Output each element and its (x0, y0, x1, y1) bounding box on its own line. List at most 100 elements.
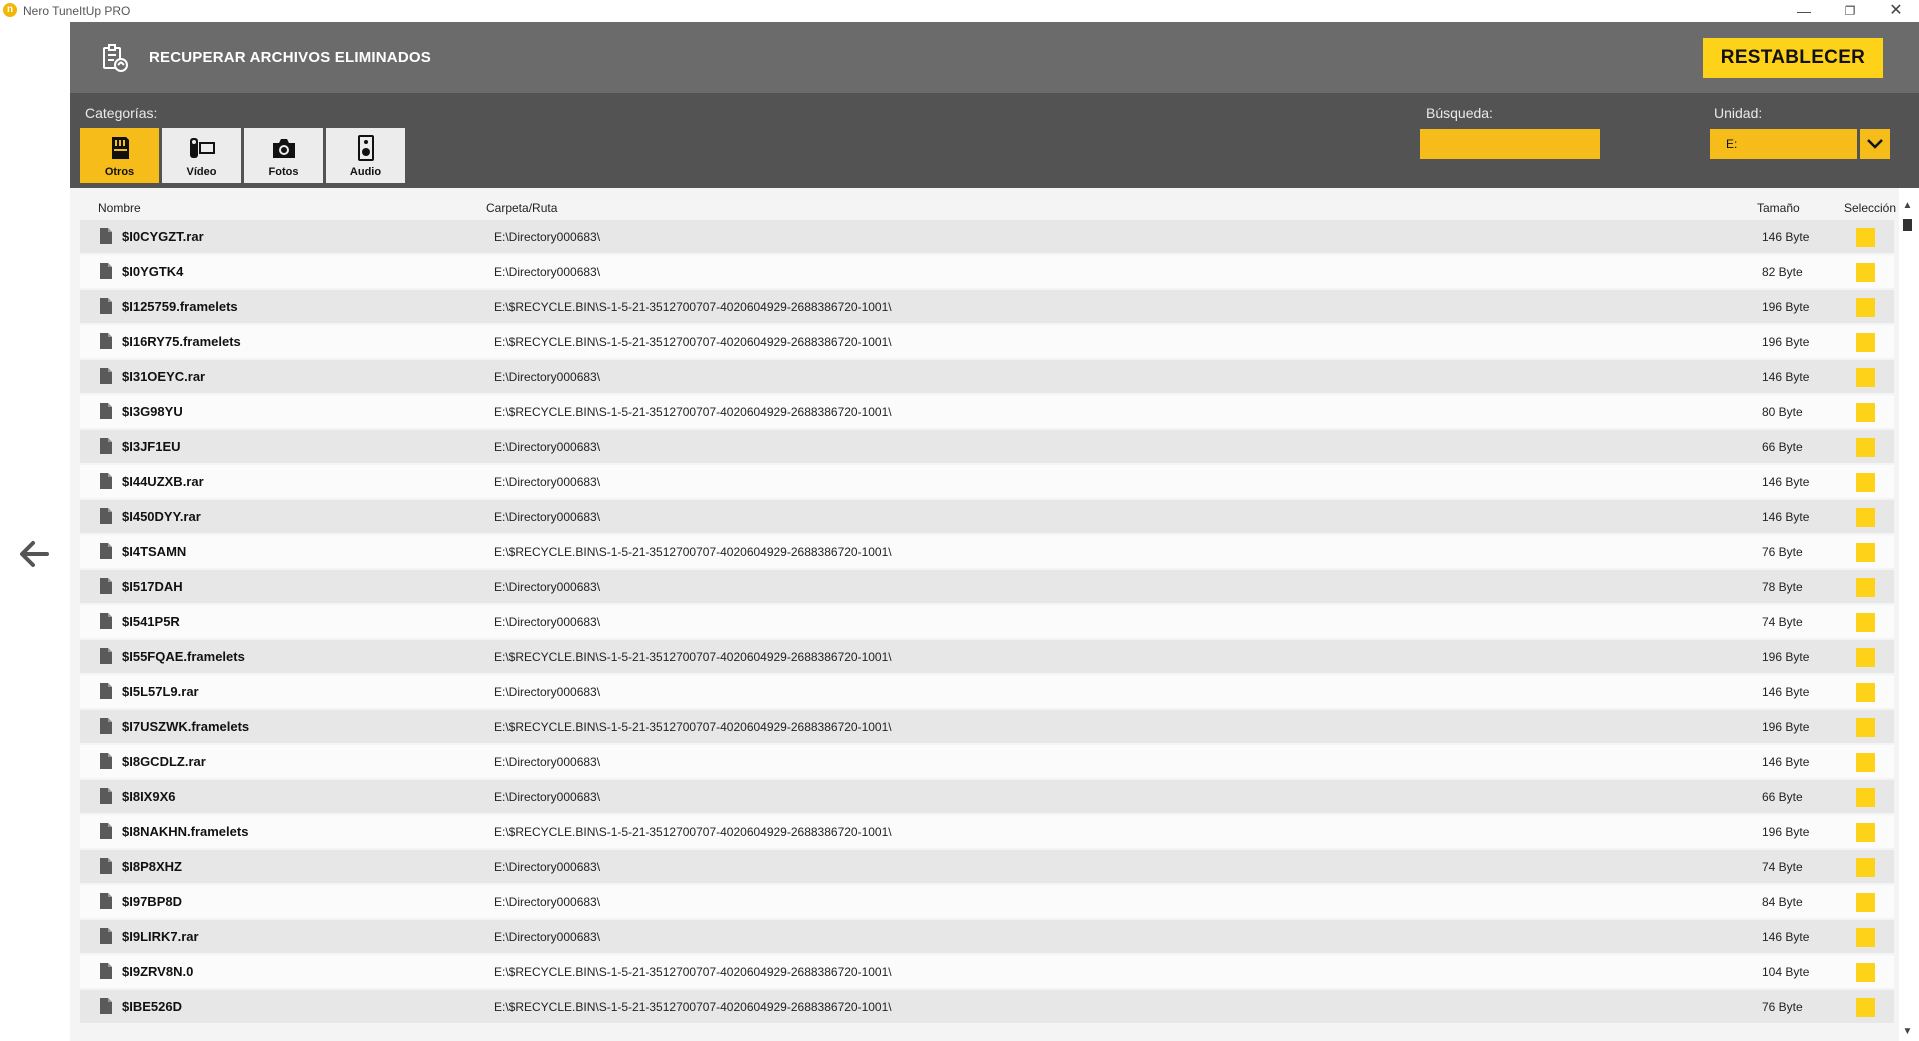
selection-checkbox[interactable] (1856, 893, 1875, 912)
table-row[interactable]: $I3G98YU E:\$RECYCLE.BIN\S-1-5-21-3512700… (80, 395, 1894, 428)
table-row[interactable]: $I517DAH E:\Directory000683\ 78 Byte (80, 570, 1894, 603)
selection-checkbox[interactable] (1856, 508, 1875, 527)
file-size: 80 Byte (1762, 405, 1803, 419)
table-row[interactable]: $I5L57L9.rar E:\Directory000683\ 146 Byte (80, 675, 1894, 708)
restore-button[interactable]: RESTABLECER (1703, 38, 1883, 78)
file-size: 196 Byte (1762, 720, 1810, 734)
selection-checkbox[interactable] (1856, 438, 1875, 457)
category-fotos-button[interactable]: Fotos (244, 128, 323, 183)
table-row[interactable]: $I0CYGZT.rar E:\Directory000683\ 146 Byte (80, 220, 1894, 253)
scrollbar[interactable]: ▲ ▼ (1899, 199, 1916, 1041)
file-size: 146 Byte (1762, 755, 1810, 769)
table-row[interactable]: $I44UZXB.rar E:\Directory000683\ 146 Byte (80, 465, 1894, 498)
table-row[interactable]: $I4TSAMN E:\$RECYCLE.BIN\S-1-5-21-3512700… (80, 535, 1894, 568)
table-row[interactable]: $I3JF1EU E:\Directory000683\ 66 Byte (80, 430, 1894, 463)
search-input[interactable] (1420, 129, 1600, 159)
column-header-name[interactable]: Nombre (98, 201, 141, 215)
selection-checkbox[interactable] (1856, 753, 1875, 772)
file-name: $I9ZRV8N.0 (122, 964, 194, 979)
file-size: 74 Byte (1762, 860, 1803, 874)
table-row[interactable]: $I125759.framelets E:\$RECYCLE.BIN\S-1-5-… (80, 290, 1894, 323)
table-row[interactable]: $I97BP8D E:\Directory000683\ 84 Byte (80, 885, 1894, 918)
table-row[interactable]: $I450DYY.rar E:\Directory000683\ 146 Byte (80, 500, 1894, 533)
file-icon (100, 333, 112, 349)
selection-checkbox[interactable] (1856, 368, 1875, 387)
list-header: Nombre Carpeta/Ruta Tamaño Selección (80, 196, 1896, 218)
window-title: Nero TuneItUp PRO (23, 4, 131, 18)
column-header-selection[interactable]: Selección (1844, 201, 1896, 215)
selection-checkbox[interactable] (1856, 333, 1875, 352)
selection-checkbox[interactable] (1856, 298, 1875, 317)
table-row[interactable]: $I16RY75.framelets E:\$RECYCLE.BIN\S-1-5-… (80, 325, 1894, 358)
drive-value: E: (1726, 137, 1738, 151)
file-name: $I7USZWK.framelets (122, 719, 250, 734)
category-video-label: Vídeo (186, 166, 217, 178)
file-name: $I541P5R (122, 614, 180, 629)
table-row[interactable]: $I0YGTK4 E:\Directory000683\ 82 Byte (80, 255, 1894, 288)
category-video-button[interactable]: Vídeo (162, 128, 241, 183)
selection-checkbox[interactable] (1856, 963, 1875, 982)
selection-checkbox[interactable] (1856, 648, 1875, 667)
file-size: 146 Byte (1762, 475, 1810, 489)
table-row[interactable]: $I8NAKHN.framelets E:\$RECYCLE.BIN\S-1-5-… (80, 815, 1894, 848)
table-row[interactable]: $I8GCDLZ.rar E:\Directory000683\ 146 Byte (80, 745, 1894, 778)
file-size: 196 Byte (1762, 335, 1810, 349)
file-icon (100, 473, 112, 489)
table-row[interactable]: $I31OEYC.rar E:\Directory000683\ 146 Byte (80, 360, 1894, 393)
drive-dropdown-button[interactable] (1860, 129, 1890, 159)
file-size: 74 Byte (1762, 615, 1803, 629)
category-audio-button[interactable]: Audio (326, 128, 405, 183)
file-path: E:\$RECYCLE.BIN\S-1-5-21-3512700707-4020… (494, 405, 892, 419)
selection-checkbox[interactable] (1856, 998, 1875, 1017)
file-list: Nombre Carpeta/Ruta Tamaño Selección $I0… (70, 188, 1899, 1041)
table-row[interactable]: $I9ZRV8N.0 E:\$RECYCLE.BIN\S-1-5-21-35127… (80, 955, 1894, 988)
selection-checkbox[interactable] (1856, 578, 1875, 597)
category-otros-button[interactable]: Otros (80, 128, 159, 183)
selection-checkbox[interactable] (1856, 788, 1875, 807)
scroll-down-arrow-icon[interactable]: ▼ (1901, 1025, 1914, 1039)
file-size: 146 Byte (1762, 370, 1810, 384)
file-size: 66 Byte (1762, 440, 1803, 454)
file-icon (100, 858, 112, 874)
table-row[interactable]: $IBE526D E:\$RECYCLE.BIN\S-1-5-21-3512700… (80, 990, 1894, 1023)
column-header-size[interactable]: Tamaño (1757, 201, 1800, 215)
table-row[interactable]: $I8IX9X6 E:\Directory000683\ 66 Byte (80, 780, 1894, 813)
selection-checkbox[interactable] (1856, 928, 1875, 947)
selection-checkbox[interactable] (1856, 823, 1875, 842)
sd-card-icon (112, 137, 129, 159)
scrollbar-thumb[interactable] (1903, 219, 1912, 231)
page-title: RECUPERAR ARCHIVOS ELIMINADOS (149, 49, 431, 66)
file-path: E:\Directory000683\ (494, 370, 601, 384)
scroll-up-arrow-icon[interactable]: ▲ (1901, 199, 1914, 213)
table-row[interactable]: $I7USZWK.framelets E:\$RECYCLE.BIN\S-1-5-… (80, 710, 1894, 743)
file-name: $I4TSAMN (122, 544, 187, 559)
back-arrow-icon[interactable] (14, 534, 54, 574)
selection-checkbox[interactable] (1856, 228, 1875, 247)
maximize-button[interactable]: ❐ (1827, 0, 1873, 22)
selection-checkbox[interactable] (1856, 543, 1875, 562)
drive-select[interactable]: E: (1710, 129, 1857, 159)
close-button[interactable]: ✕ (1873, 0, 1919, 22)
selection-checkbox[interactable] (1856, 403, 1875, 422)
selection-checkbox[interactable] (1856, 473, 1875, 492)
selection-checkbox[interactable] (1856, 858, 1875, 877)
file-size: 82 Byte (1762, 265, 1803, 279)
selection-checkbox[interactable] (1856, 683, 1875, 702)
recover-files-icon (103, 44, 128, 72)
file-size: 146 Byte (1762, 230, 1810, 244)
selection-checkbox[interactable] (1856, 613, 1875, 632)
file-icon (100, 753, 112, 769)
file-name: $I3G98YU (122, 404, 183, 419)
categories-label: Categorías: (85, 105, 158, 121)
title-bar: n Nero TuneItUp PRO — ❐ ✕ (0, 0, 1919, 22)
column-header-path[interactable]: Carpeta/Ruta (486, 201, 557, 215)
minimize-button[interactable]: — (1781, 0, 1827, 22)
file-icon (100, 963, 112, 979)
table-row[interactable]: $I541P5R E:\Directory000683\ 74 Byte (80, 605, 1894, 638)
selection-checkbox[interactable] (1856, 263, 1875, 282)
selection-checkbox[interactable] (1856, 718, 1875, 737)
table-row[interactable]: $I55FQAE.framelets E:\$RECYCLE.BIN\S-1-5-… (80, 640, 1894, 673)
table-row[interactable]: $I8P8XHZ E:\Directory000683\ 74 Byte (80, 850, 1894, 883)
table-row[interactable]: $I9LIRK7.rar E:\Directory000683\ 146 Byte (80, 920, 1894, 953)
file-icon (100, 403, 112, 419)
